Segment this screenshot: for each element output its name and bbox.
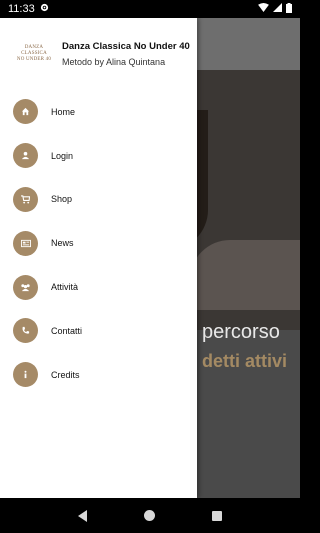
hero-text-line1: percorso: [202, 321, 280, 343]
hero-text-line2: detti attivi: [202, 351, 288, 371]
menu-item-label: Login: [51, 150, 74, 161]
menu-item-label: Shop: [51, 194, 73, 205]
menu-item-home[interactable]: Home: [0, 90, 197, 134]
app-logo: DANZA CLASSICA NO UNDER 40: [16, 45, 52, 62]
menu-item-label: Home: [51, 106, 76, 117]
home-button-icon[interactable]: [143, 510, 155, 521]
system-nav-bar: [0, 498, 300, 533]
navigation-drawer: DANZA CLASSICA NO UNDER 40 Danza Classic…: [0, 18, 197, 498]
settings-icon: [40, 3, 49, 15]
battery-icon: [286, 2, 292, 16]
menu-item-news[interactable]: News: [0, 221, 197, 265]
newspaper-icon: [13, 230, 38, 256]
menu-item-label: Attività: [51, 282, 79, 293]
app-subtitle: Metodo by Alina Quintana: [62, 56, 166, 67]
cart-icon: [13, 186, 38, 212]
recent-apps-icon[interactable]: [211, 510, 222, 521]
menu-item-label: News: [51, 238, 74, 249]
home-icon: [13, 99, 38, 125]
drawer-menu: Home Login Shop News Attività Contatti C…: [0, 90, 197, 397]
group-icon: [13, 274, 38, 300]
menu-item-shop[interactable]: Shop: [0, 178, 197, 222]
menu-item-credits[interactable]: Credits: [0, 353, 197, 397]
app-title: Danza Classica No Under 40: [62, 40, 190, 52]
status-time: 11:33: [8, 3, 35, 15]
menu-item-contatti[interactable]: Contatti: [0, 309, 197, 353]
phone-icon: [13, 318, 38, 344]
menu-item-label: Contatti: [51, 325, 83, 336]
back-icon[interactable]: [78, 509, 88, 522]
signal-icon: [273, 3, 282, 15]
wifi-icon: [258, 3, 269, 15]
person-icon: [13, 143, 38, 169]
menu-item-label: Credits: [51, 369, 80, 380]
status-bar: 11:33: [0, 0, 300, 18]
menu-item-attivita[interactable]: Attività: [0, 265, 197, 309]
drawer-header: DANZA CLASSICA NO UNDER 40 Danza Classic…: [0, 18, 197, 90]
info-icon: [13, 362, 38, 388]
menu-item-login[interactable]: Login: [0, 134, 197, 178]
